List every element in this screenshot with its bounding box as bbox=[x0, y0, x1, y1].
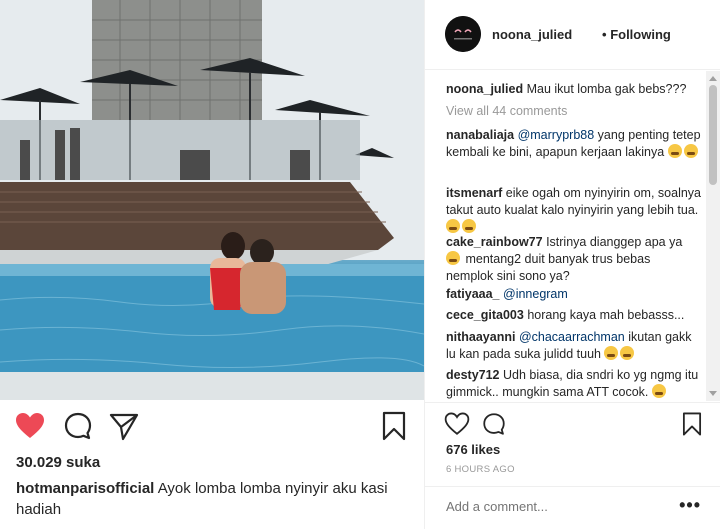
comment-username[interactable]: desty712 bbox=[446, 368, 500, 382]
left-like-count: 30.029 suka bbox=[16, 454, 101, 471]
comment-username[interactable]: cece_gita003 bbox=[446, 308, 524, 322]
right-actions-bar bbox=[425, 402, 720, 442]
heart-outline-icon[interactable] bbox=[444, 411, 470, 437]
comment-username[interactable]: nithaayanni bbox=[446, 330, 515, 344]
following-label[interactable]: Following bbox=[610, 27, 671, 42]
avatar-logo-icon bbox=[445, 16, 481, 52]
view-all-comments-link[interactable]: View all 44 comments bbox=[446, 104, 567, 118]
comment-text: horang kaya mah bebasss... bbox=[527, 308, 685, 322]
header-username[interactable]: noona_julied bbox=[492, 27, 572, 42]
post-photo[interactable] bbox=[0, 0, 424, 400]
comment-username[interactable]: noona_julied bbox=[446, 82, 523, 96]
comment-icon[interactable] bbox=[62, 410, 94, 442]
list-item: cece_gita003 horang kaya mah bebasss... bbox=[446, 307, 701, 324]
crying-face-emoji-icon bbox=[620, 346, 635, 360]
list-item: fatiyaaa_ @innegram bbox=[446, 286, 701, 303]
bookmark-icon[interactable] bbox=[679, 411, 705, 437]
more-options-icon[interactable]: ••• bbox=[679, 495, 701, 516]
header-separator: • bbox=[602, 27, 607, 42]
list-item: desty712 Udh biasa, dia sndri ko yg ngmg… bbox=[446, 367, 701, 401]
grinning-emoji-icon bbox=[446, 219, 460, 233]
follow-status[interactable]: • Following bbox=[602, 27, 671, 42]
comment-text: Istrinya dianggep apa ya bbox=[546, 235, 683, 249]
sad-face-emoji-icon bbox=[446, 251, 460, 265]
left-post-panel: 30.029 suka hotmanparisofficial Ayok lom… bbox=[0, 0, 424, 529]
comment-mention[interactable]: @marryprb88 bbox=[518, 128, 595, 142]
post-timestamp[interactable]: 6 HOURS AGO bbox=[446, 464, 515, 475]
grinning-emoji-icon bbox=[462, 219, 476, 233]
share-icon[interactable] bbox=[108, 410, 140, 442]
list-item: nanabaliaja @marryprb88 yang penting tet… bbox=[446, 127, 701, 161]
post-header: noona_julied • Following bbox=[425, 0, 720, 70]
left-caption: hotmanparisofficial Ayok lomba lomba nyi… bbox=[16, 478, 406, 520]
add-comment-input[interactable] bbox=[446, 499, 646, 514]
heart-icon[interactable] bbox=[14, 410, 46, 442]
list-item: cake_rainbow77 Istrinya dianggep apa ya … bbox=[446, 234, 701, 285]
sad-face-emoji-icon bbox=[683, 144, 698, 158]
comment-username[interactable]: fatiyaaa_ bbox=[446, 287, 500, 301]
comment-username[interactable]: itsmenarf bbox=[446, 186, 502, 200]
avatar[interactable] bbox=[445, 16, 481, 52]
comment-mention[interactable]: @chacaarrachman bbox=[519, 330, 625, 344]
scroll-thumb[interactable] bbox=[709, 85, 717, 185]
sad-face-emoji-icon bbox=[667, 144, 682, 158]
comment-text-2: mentang2 duit banyak trus bebas nemplok … bbox=[446, 252, 651, 283]
comments-list: noona_julied Mau ikut lomba gak bebs??? … bbox=[425, 71, 720, 401]
comment-username[interactable]: cake_rainbow77 bbox=[446, 235, 543, 249]
caption-username[interactable]: hotmanparisofficial bbox=[16, 480, 154, 497]
comment-icon[interactable] bbox=[481, 411, 507, 437]
right-post-panel: noona_julied • Following noona_julied Ma… bbox=[424, 0, 720, 529]
caption-comment: noona_julied Mau ikut lomba gak bebs??? bbox=[446, 81, 701, 98]
like-count[interactable]: 676 likes bbox=[446, 442, 500, 457]
comment-username[interactable]: nanabaliaja bbox=[446, 128, 514, 142]
comment-text: Mau ikut lomba gak bebs??? bbox=[526, 82, 687, 96]
tongue-face-emoji-icon bbox=[651, 384, 666, 398]
scroll-up-arrow-icon[interactable] bbox=[709, 76, 717, 81]
post-photo-illustration bbox=[0, 0, 424, 400]
list-item: itsmenarf eike ogah om nyinyirin om, soa… bbox=[446, 185, 701, 236]
crying-face-emoji-icon bbox=[604, 346, 619, 360]
scroll-down-arrow-icon[interactable] bbox=[709, 391, 717, 396]
comment-mention[interactable]: @innegram bbox=[503, 287, 568, 301]
add-comment-bar: ••• bbox=[425, 486, 720, 529]
left-actions-bar bbox=[0, 400, 424, 452]
list-item: nithaayanni @chacaarrachman ikutan gakk … bbox=[446, 329, 701, 363]
bookmark-icon[interactable] bbox=[378, 410, 410, 442]
comments-scrollbar[interactable] bbox=[706, 71, 720, 401]
